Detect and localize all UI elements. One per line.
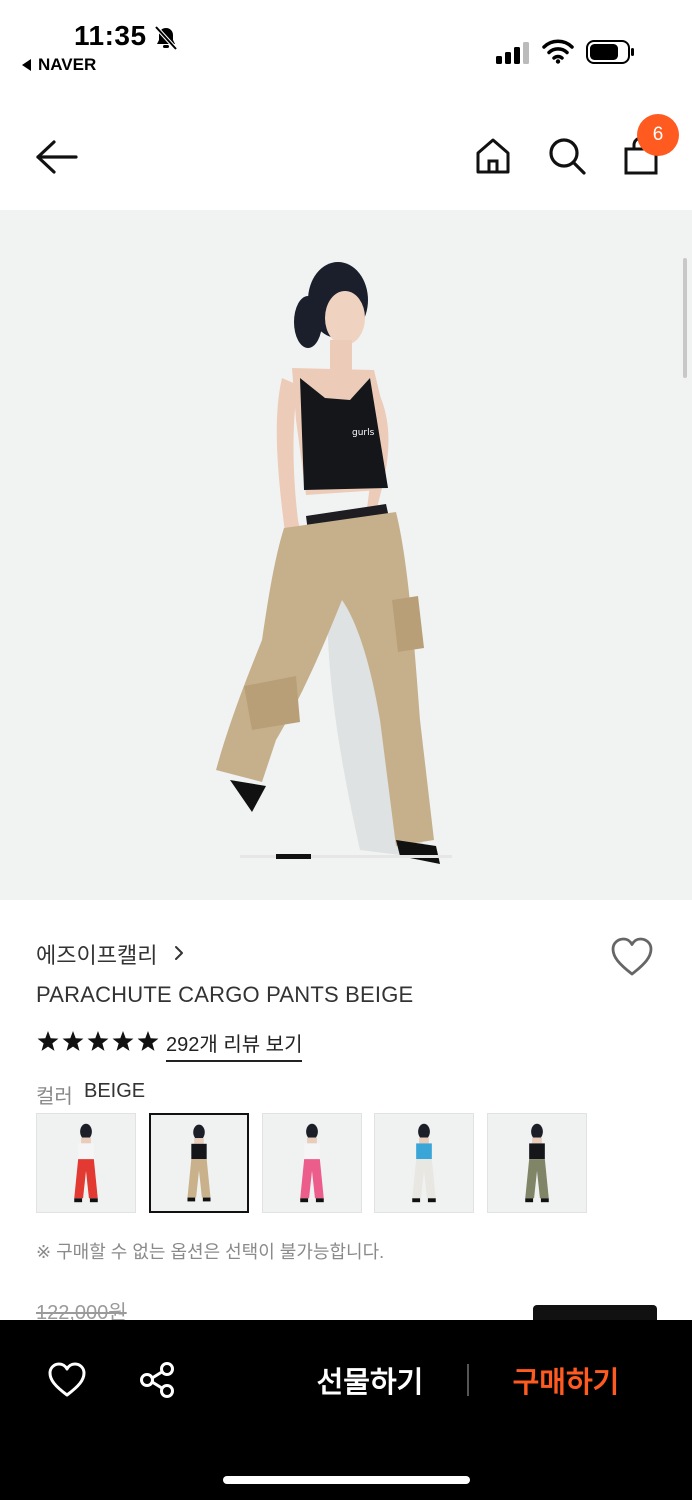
- swatch-image: [525, 1123, 549, 1203]
- cart-count-badge: 6: [637, 114, 679, 156]
- bell-off-icon: [154, 25, 178, 51]
- gift-button[interactable]: 선물하기: [300, 1360, 440, 1406]
- reviews-link[interactable]: 292개 리뷰 보기: [166, 1028, 303, 1062]
- option-notice: ※ 구매할 수 없는 옵션은 선택이 불가능합니다.: [36, 1242, 385, 1262]
- star-icon: [112, 1031, 134, 1051]
- heart-icon[interactable]: [609, 935, 655, 979]
- buy-button[interactable]: 구매하기: [496, 1360, 636, 1406]
- color-swatch-pink[interactable]: [261, 1113, 362, 1213]
- status-time: 11:35: [74, 20, 147, 51]
- svg-text:gurls: gurls: [352, 428, 375, 438]
- star-icon: [37, 1031, 59, 1051]
- gallery-scrollbar: [683, 258, 687, 378]
- color-swatch-white[interactable]: [374, 1113, 475, 1213]
- gallery-progress-indicator: [276, 854, 311, 859]
- chevron-right-icon: [175, 946, 183, 960]
- star-icon: [87, 1031, 109, 1051]
- signal-icon: [496, 42, 529, 64]
- back-triangle-icon: [22, 58, 31, 71]
- product-model-image: gurls: [216, 262, 440, 864]
- home-indicator[interactable]: [223, 1476, 470, 1484]
- selected-color-value: BEIGE: [84, 1080, 146, 1102]
- heart-icon[interactable]: [46, 1360, 88, 1400]
- star-icon: [62, 1031, 84, 1051]
- search-icon[interactable]: [546, 135, 588, 177]
- color-swatch-khaki[interactable]: [487, 1113, 587, 1213]
- back-app-label: NAVER: [38, 55, 97, 74]
- color-swatch-beige[interactable]: [148, 1113, 249, 1213]
- color-option-label: 컬러: [36, 1086, 73, 1108]
- share-icon[interactable]: [137, 1360, 177, 1400]
- battery-icon: [586, 40, 634, 64]
- swatch-image: [74, 1123, 98, 1203]
- swatch-image: [299, 1123, 324, 1203]
- gallery-progress-track: [240, 855, 452, 858]
- color-swatch-red[interactable]: [36, 1113, 136, 1213]
- wifi-icon: [542, 39, 574, 64]
- product-image-gallery[interactable]: gurls: [0, 210, 692, 900]
- back-arrow-icon[interactable]: [34, 136, 80, 178]
- bottom-action-bar: [0, 1320, 692, 1500]
- product-title: PARACHUTE CARGO PANTS BEIGE: [36, 982, 414, 1007]
- swatch-image: [187, 1124, 211, 1202]
- back-to-app-link[interactable]: NAVER: [22, 55, 96, 75]
- home-icon[interactable]: [472, 135, 514, 177]
- brand-link[interactable]: 에즈이프캘리: [36, 938, 157, 970]
- swatch-image: [412, 1123, 437, 1203]
- action-divider: [467, 1364, 469, 1396]
- star-icon: [137, 1031, 159, 1051]
- rating-stars: [37, 1031, 159, 1051]
